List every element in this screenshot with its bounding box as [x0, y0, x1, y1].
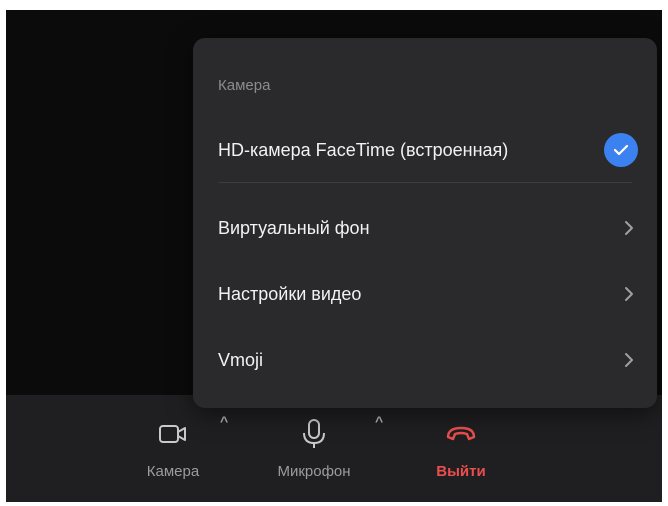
menu-section-title: Камера	[218, 77, 271, 94]
camera-device-label: HD-камера FaceTime (встроенная)	[218, 139, 509, 160]
camera-label: Камера	[146, 463, 200, 480]
camera-device-option[interactable]: HD-камера FaceTime (встроенная)	[193, 122, 657, 178]
menu-item-label: Виртуальный фон	[218, 217, 370, 238]
microphone-label: Микрофон	[277, 463, 351, 480]
checkmark-icon	[604, 133, 638, 167]
call-toolbar: ^ Камера ^ Микрофон Выйти	[6, 395, 662, 502]
microphone-options-caret-icon[interactable]: ^	[375, 413, 383, 429]
menu-item-label: Vmoji	[218, 349, 264, 370]
chevron-right-icon	[623, 220, 635, 236]
chevron-right-icon	[623, 352, 635, 368]
hang-up-icon	[445, 425, 477, 448]
microphone-icon	[301, 418, 327, 455]
menu-item-virtual-background[interactable]: Виртуальный фон	[193, 200, 657, 256]
call-window: ^ Камера ^ Микрофон Выйти Камера HD-каме…	[6, 10, 662, 502]
camera-settings-menu: Камера HD-камера FaceTime (встроенная) В…	[193, 38, 657, 408]
menu-item-vmoji[interactable]: Vmoji	[193, 332, 657, 388]
exit-label: Выйти	[436, 463, 486, 480]
camera-options-caret-icon[interactable]: ^	[220, 413, 228, 429]
menu-divider	[218, 182, 632, 183]
menu-item-video-settings[interactable]: Настройки видео	[193, 266, 657, 322]
microphone-button[interactable]: ^ Микрофон	[264, 413, 383, 480]
camera-icon	[158, 423, 188, 450]
chevron-right-icon	[623, 286, 635, 302]
menu-item-label: Настройки видео	[218, 283, 362, 304]
camera-button[interactable]: ^ Камера	[128, 413, 228, 480]
exit-button[interactable]: Выйти	[416, 415, 506, 480]
